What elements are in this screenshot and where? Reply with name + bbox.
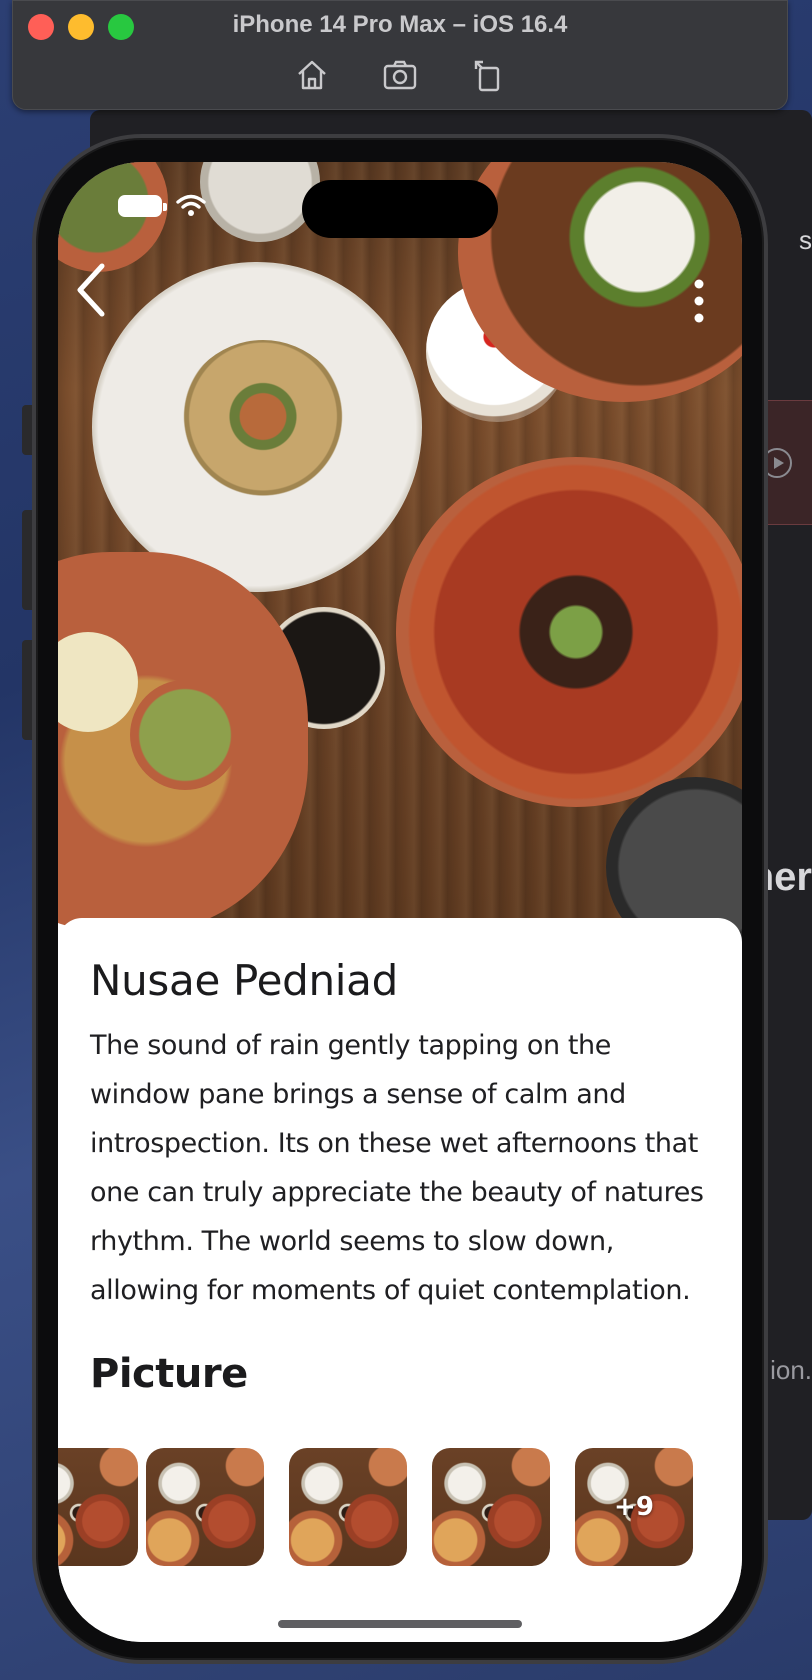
home-indicator[interactable] [278, 1620, 522, 1628]
more-pictures-count: +9 [614, 1492, 654, 1522]
screenshot-icon[interactable] [382, 57, 418, 93]
app-screen: Nusae Pedniad The sound of rain gently t… [58, 162, 742, 1642]
page-title: Nusae Pedniad [90, 956, 398, 1005]
simulator-title: iPhone 14 Pro Max – iOS 16.4 [232, 11, 568, 38]
pictures-heading: Picture [90, 1351, 248, 1397]
background-text-fragment: ion. [770, 1355, 812, 1385]
picture-thumbnail[interactable] [289, 1448, 407, 1566]
detail-sheet: Nusae Pedniad The sound of rain gently t… [58, 918, 742, 1642]
more-vertical-icon[interactable] [692, 278, 706, 324]
simulator-title-bar: iPhone 14 Pro Max – iOS 16.4 [12, 0, 788, 110]
volume-up-button [22, 510, 32, 610]
rotate-icon[interactable] [470, 57, 506, 93]
dynamic-island [302, 180, 498, 238]
picture-thumbnail[interactable] [432, 1448, 550, 1566]
more-pictures-thumbnail[interactable]: +9 [575, 1448, 693, 1566]
hero-food-photo [58, 162, 742, 957]
home-icon[interactable] [294, 57, 330, 93]
status-bar [118, 194, 206, 218]
picture-carousel[interactable]: +9 [58, 1448, 740, 1566]
volume-down-button [22, 640, 32, 740]
picture-thumbnail[interactable] [58, 1448, 138, 1566]
picture-thumbnail[interactable] [146, 1448, 264, 1566]
silent-switch [22, 405, 32, 455]
wifi-icon [176, 194, 206, 216]
background-text-fragment: s [799, 225, 812, 255]
battery-icon [118, 195, 167, 217]
description-text: The sound of rain gently tapping on the … [90, 1030, 704, 1306]
chevron-left-icon[interactable] [68, 260, 112, 320]
